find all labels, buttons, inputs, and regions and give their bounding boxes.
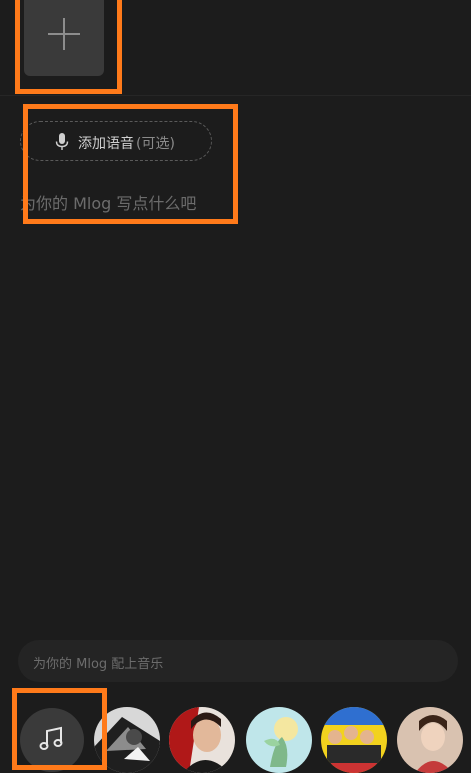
divider xyxy=(0,95,471,96)
highlight-box-add-media xyxy=(15,0,122,94)
album-cover-5[interactable] xyxy=(397,707,463,773)
album-cover-2-art xyxy=(169,707,235,773)
album-cover-3[interactable] xyxy=(246,707,312,773)
album-cover-3-art xyxy=(246,707,312,773)
album-cover-2[interactable] xyxy=(169,707,235,773)
music-search-placeholder: 为你的 Mlog 配上音乐 xyxy=(33,657,164,672)
highlight-box-voice-and-text xyxy=(23,104,238,224)
album-cover-4[interactable] xyxy=(321,707,387,773)
music-search-input[interactable]: 为你的 Mlog 配上音乐 xyxy=(18,640,458,682)
album-cover-5-art xyxy=(397,707,463,773)
album-cover-4-art xyxy=(321,707,387,773)
highlight-box-music-button xyxy=(12,688,107,770)
